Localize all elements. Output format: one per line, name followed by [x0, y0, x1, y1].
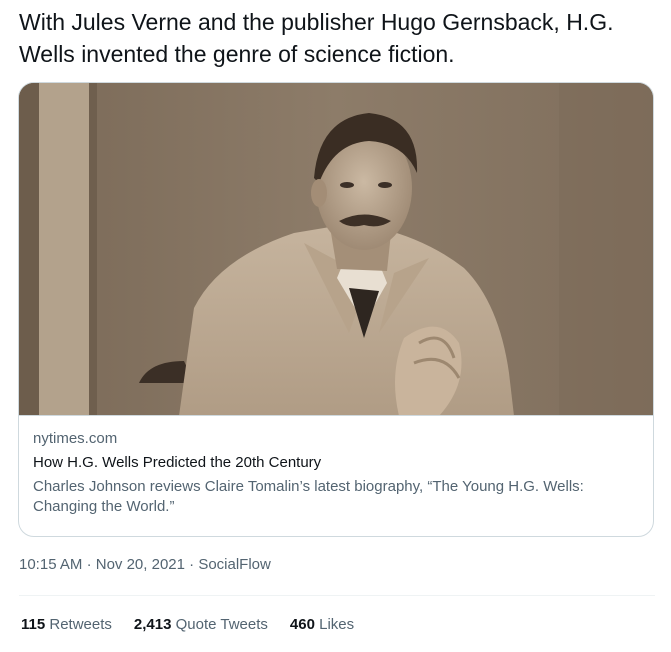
likes-count: 460 — [289, 616, 315, 633]
quote-tweets-count: 2,413 — [133, 616, 172, 633]
tweet: With Jules Verne and the publisher Hugo … — [0, 0, 671, 652]
likes-label: Likes — [319, 616, 355, 633]
quote-tweets-label: Quote Tweets — [175, 616, 268, 633]
likes-stat[interactable]: 460 Likes — [290, 615, 354, 635]
divider — [19, 595, 655, 596]
card-title: How H.G. Wells Predicted the 20th Centur… — [33, 454, 322, 471]
tweet-text: With Jules Verne and the publisher Hugo … — [19, 9, 614, 67]
tweet-date[interactable]: Nov 20, 2021 — [96, 556, 185, 573]
link-preview-card[interactable]: nytimes.com How H.G. Wells Predicted the… — [18, 82, 654, 537]
card-image[interactable] — [19, 83, 653, 416]
retweets-count: 115 — [21, 616, 46, 633]
tweet-time[interactable]: 10:15 AM — [19, 556, 82, 573]
retweets-stat[interactable]: 115 Retweets — [21, 615, 112, 635]
card-body[interactable]: nytimes.com How H.G. Wells Predicted the… — [33, 429, 643, 517]
meta-separator: · — [86, 556, 92, 573]
tweet-stats: 115 Retweets 2,413 Quote Tweets 460 Like… — [21, 615, 354, 635]
card-description: Charles Johnson reviews Claire Tomalin’s… — [33, 478, 584, 515]
quote-tweets-stat[interactable]: 2,413 Quote Tweets — [134, 615, 268, 635]
card-domain: nytimes.com — [33, 430, 118, 447]
tweet-meta: 10:15 AM · Nov 20, 2021 · SocialFlow — [19, 555, 271, 575]
retweets-label: Retweets — [49, 616, 112, 633]
tweet-source[interactable]: SocialFlow — [198, 556, 271, 573]
meta-separator: · — [189, 556, 195, 573]
portrait-photo — [19, 83, 653, 415]
